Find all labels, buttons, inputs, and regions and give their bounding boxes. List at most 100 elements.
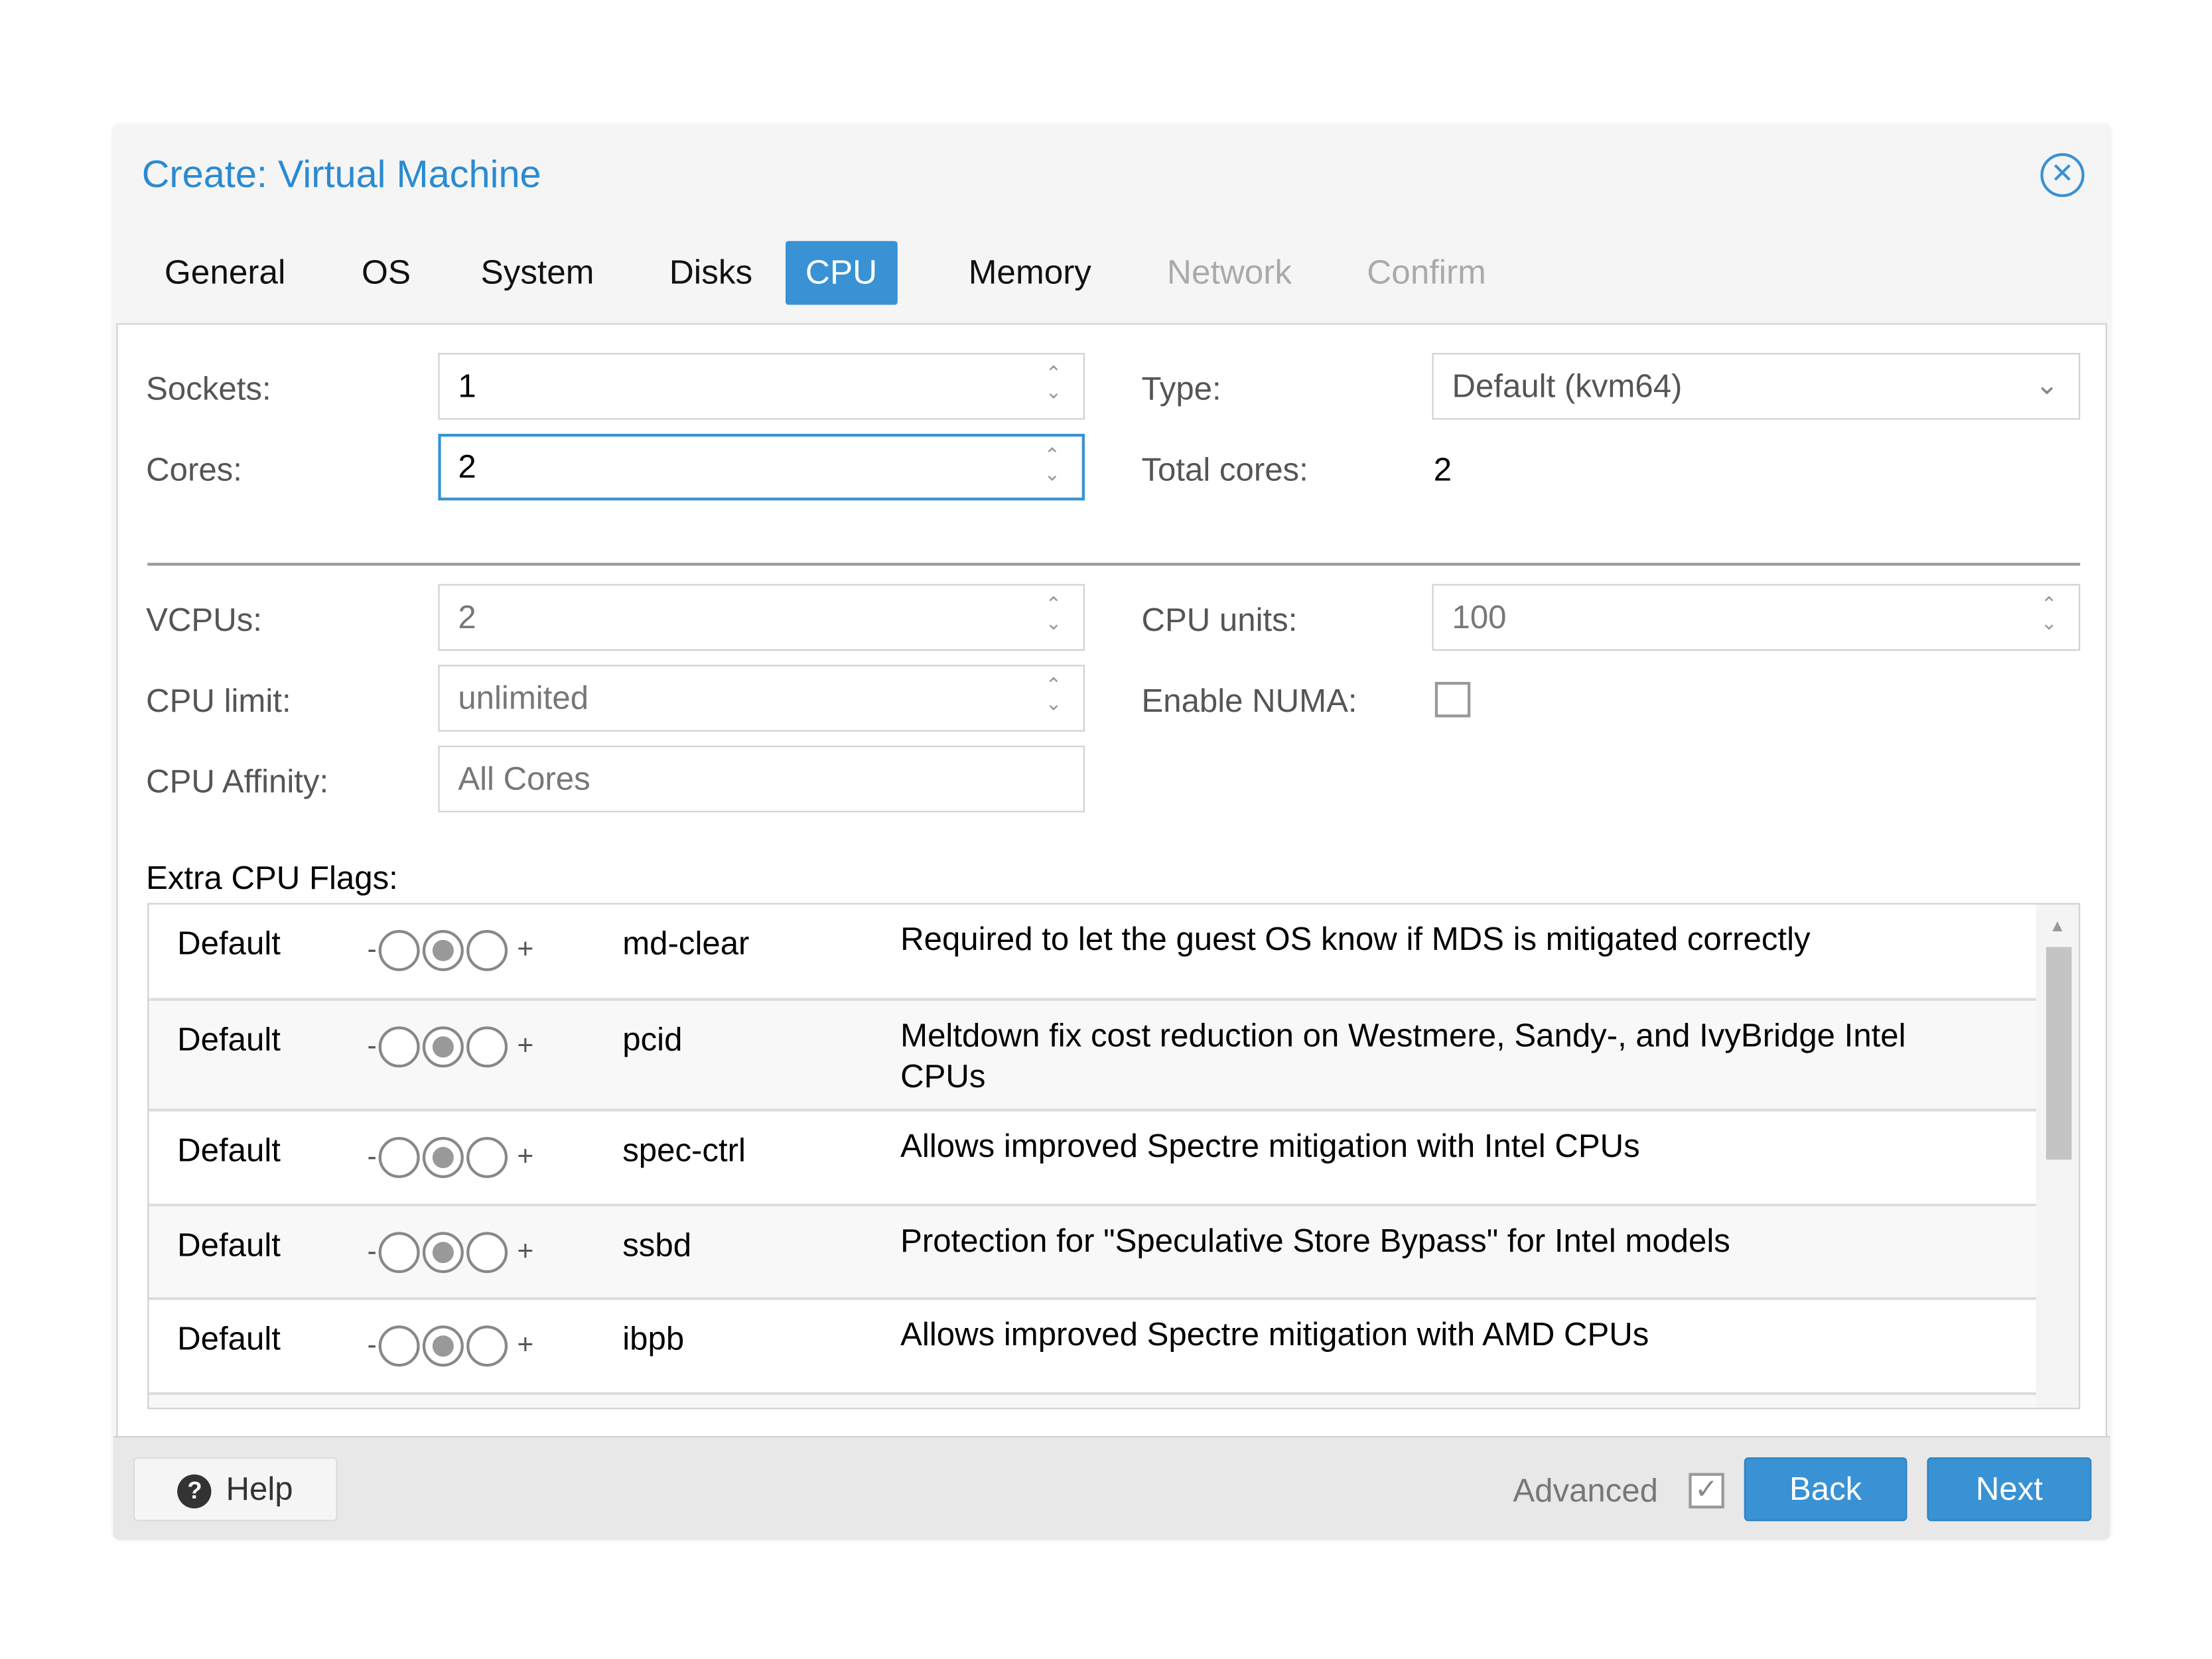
radio-on[interactable]	[466, 1137, 508, 1179]
radio-default[interactable]	[422, 1232, 464, 1274]
flag-state: Default	[177, 924, 281, 962]
flag-name: ibpb	[622, 1319, 685, 1357]
cpu-flags-grid: Default - + md-clear Required to let the…	[147, 903, 2081, 1410]
cpu-panel: Sockets: 1 ⌃ ⌄ Cores: 2 ⌃ ⌄ Type: Default (k…	[116, 323, 2107, 1438]
sockets-input[interactable]: 1 ⌃ ⌄	[438, 353, 1085, 420]
enable-numa-checkbox[interactable]	[1434, 681, 1471, 718]
radio-default[interactable]	[422, 1325, 464, 1367]
help-icon: ?	[177, 1474, 212, 1508]
radio-off[interactable]	[378, 1232, 419, 1274]
minus-label: -	[367, 1329, 377, 1361]
flag-description: Required to let the guest OS know if MDS…	[900, 920, 1811, 957]
scrollbar-thumb[interactable]	[2045, 947, 2072, 1160]
tab-general[interactable]: General	[145, 241, 305, 304]
separator	[147, 563, 2081, 566]
radio-on[interactable]	[466, 930, 508, 971]
create-vm-dialog: Create: Virtual Machine ✕ General OS Syste…	[113, 125, 2110, 1540]
flag-description: Meltdown fix cost reduction on Westmere,…	[900, 1016, 1906, 1095]
flag-description: Allows improved Spectre mitigation with …	[900, 1315, 1649, 1353]
dialog-footer: ? Help Advanced ✓ Back Next	[113, 1435, 2110, 1540]
radio-default[interactable]	[422, 1026, 464, 1068]
flag-row: Default - + pcid Meltdown fix cost reduc…	[149, 1000, 2038, 1112]
vcpus-input[interactable]: 2 ⌃ ⌄	[438, 584, 1085, 651]
enable-numa-label: Enable NUMA:	[1141, 681, 1357, 719]
next-button[interactable]: Next	[1927, 1457, 2092, 1522]
flag-name: md-clear	[622, 924, 750, 962]
scroll-up-icon[interactable]: ▲	[2049, 916, 2065, 936]
cpu-units-input[interactable]: 100 ⌃ ⌄	[1432, 584, 2081, 651]
tab-os[interactable]: OS	[342, 241, 431, 304]
cores-label: Cores:	[146, 450, 242, 488]
radio-off[interactable]	[378, 1137, 419, 1179]
minus-label: -	[367, 1236, 377, 1268]
flag-toggle: - +	[367, 930, 534, 971]
flag-state: Default	[177, 1020, 281, 1058]
flag-toggle: - +	[367, 1325, 534, 1367]
help-button[interactable]: ? Help	[133, 1457, 338, 1522]
total-cores-label: Total cores:	[1141, 450, 1308, 488]
flag-name: ssbd	[622, 1226, 692, 1264]
cpu-units-label: CPU units:	[1141, 601, 1298, 638]
flag-state: Default	[177, 1131, 281, 1169]
cores-input[interactable]: 2 ⌃ ⌄	[438, 433, 1085, 501]
spinner-icon[interactable]: ⌃ ⌄	[1041, 594, 1066, 638]
radio-on[interactable]	[466, 1325, 508, 1367]
flag-state: Default	[177, 1226, 281, 1264]
plus-label: +	[517, 1236, 534, 1268]
back-button[interactable]: Back	[1744, 1457, 1907, 1522]
advanced-checkbox[interactable]: ✓	[1689, 1473, 1724, 1508]
radio-default[interactable]	[422, 930, 464, 971]
tab-network[interactable]: Network	[1147, 241, 1312, 304]
cpu-limit-input[interactable]: unlimited ⌃ ⌄	[438, 665, 1085, 732]
flag-row: Default - + ssbd Protection for "Specula…	[149, 1206, 2038, 1300]
radio-default[interactable]	[422, 1137, 464, 1179]
flag-row: Default - + md-clear Required to let the…	[149, 905, 2038, 1001]
minus-label: -	[367, 934, 377, 966]
flag-name: pcid	[622, 1020, 683, 1058]
flag-state: Default	[177, 1319, 281, 1357]
cpu-limit-label: CPU limit:	[146, 681, 291, 719]
spinner-icon[interactable]: ⌃ ⌄	[2036, 594, 2061, 638]
plus-label: +	[517, 1141, 534, 1173]
tab-system[interactable]: System	[461, 241, 614, 304]
spinner-icon[interactable]: ⌃ ⌄	[1041, 363, 1066, 407]
radio-off[interactable]	[378, 930, 419, 971]
flag-toggle: - +	[367, 1137, 534, 1179]
extra-cpu-flags-label: Extra CPU Flags:	[146, 859, 398, 896]
flag-toggle: - +	[367, 1232, 534, 1274]
type-label: Type:	[1141, 369, 1221, 407]
tab-confirm[interactable]: Confirm	[1347, 241, 1505, 304]
flag-row: Default - + ibpb Allows improved Spectre…	[149, 1300, 2038, 1396]
spinner-icon[interactable]: ⌃ ⌄	[1041, 675, 1066, 718]
minus-label: -	[367, 1030, 377, 1062]
tab-memory[interactable]: Memory	[949, 241, 1111, 304]
plus-label: +	[517, 934, 534, 966]
flag-description: Allows improved Spectre mitigation with …	[900, 1127, 1640, 1164]
sockets-label: Sockets:	[146, 369, 271, 407]
type-select[interactable]: Default (kvm64) ⌄	[1432, 353, 2081, 420]
tab-disks[interactable]: Disks	[650, 241, 772, 304]
radio-on[interactable]	[466, 1232, 508, 1274]
vcpus-label: VCPUs:	[146, 601, 262, 638]
cpu-affinity-input[interactable]: All Cores	[438, 746, 1085, 813]
radio-off[interactable]	[378, 1325, 419, 1367]
cpu-affinity-label: CPU Affinity:	[146, 762, 329, 800]
scrollbar[interactable]: ▲	[2036, 904, 2079, 1408]
chevron-down-icon: ⌄	[2035, 369, 2059, 401]
radio-off[interactable]	[378, 1026, 419, 1068]
minus-label: -	[367, 1141, 377, 1173]
flag-name: spec-ctrl	[622, 1131, 746, 1169]
dialog-title: Create: Virtual Machine	[141, 153, 541, 196]
flag-toggle: - +	[367, 1026, 534, 1068]
flag-description: Protection for "Speculative Store Bypass…	[900, 1222, 1730, 1259]
plus-label: +	[517, 1329, 534, 1361]
flag-row: Default - + spec-ctrl Allows improved Sp…	[149, 1112, 2038, 1207]
tab-cpu[interactable]: CPU	[786, 241, 898, 305]
advanced-label: Advanced	[1513, 1471, 1659, 1508]
spinner-icon[interactable]: ⌃ ⌄	[1040, 445, 1065, 489]
flag-row	[149, 1395, 2038, 1408]
radio-on[interactable]	[466, 1026, 508, 1068]
plus-label: +	[517, 1030, 534, 1062]
close-icon[interactable]: ✕	[2040, 153, 2085, 198]
total-cores-value: 2	[1433, 450, 1452, 488]
